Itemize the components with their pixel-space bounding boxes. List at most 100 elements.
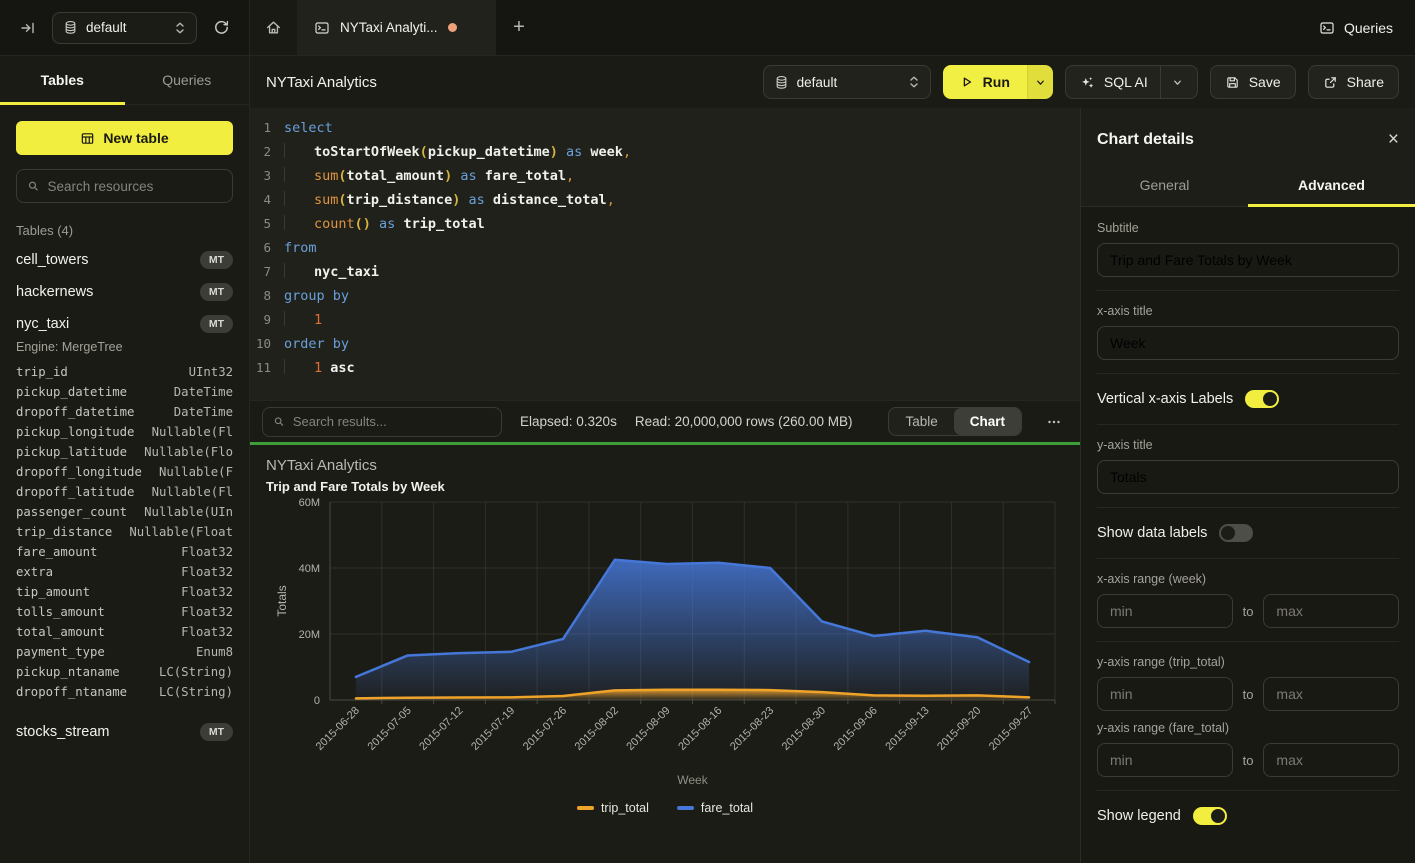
refresh-button[interactable] bbox=[207, 14, 235, 42]
collapse-sidebar-button[interactable] bbox=[14, 14, 42, 42]
database-icon bbox=[774, 75, 789, 90]
sql-ai-button[interactable]: SQL AI bbox=[1065, 65, 1198, 99]
view-chart-button[interactable]: Chart bbox=[954, 408, 1021, 435]
run-button-group: Run bbox=[943, 65, 1053, 99]
show-data-labels-toggle[interactable] bbox=[1219, 524, 1253, 542]
editor-line[interactable]: 4sum(trip_distance) as distance_total, bbox=[250, 188, 1080, 212]
sidebar-tabs: Tables Queries bbox=[0, 56, 249, 105]
database-selector-toolbar[interactable]: default bbox=[763, 65, 931, 99]
sidebar-tab-tables[interactable]: Tables bbox=[0, 56, 125, 104]
column-row: extraFloat32 bbox=[16, 562, 233, 582]
refresh-icon bbox=[213, 19, 230, 36]
editor-line[interactable]: 3sum(total_amount) as fare_total, bbox=[250, 164, 1080, 188]
sort-chevrons-icon bbox=[174, 21, 186, 35]
editor-line[interactable]: 91 bbox=[250, 308, 1080, 332]
results-toolbar: Elapsed: 0.320s Read: 20,000,000 rows (2… bbox=[250, 400, 1080, 442]
subtitle-input[interactable] bbox=[1097, 243, 1399, 277]
sparkle-icon bbox=[1080, 75, 1095, 90]
sidebar-item-stocks-stream[interactable]: stocks_stream MT bbox=[0, 716, 249, 748]
legend-item-trip_total[interactable]: trip_total bbox=[577, 801, 649, 815]
column-row: payment_typeEnum8 bbox=[16, 642, 233, 662]
svg-text:2015-08-16: 2015-08-16 bbox=[676, 705, 724, 753]
engine-badge: MT bbox=[200, 315, 233, 333]
panel-header: Chart details × bbox=[1081, 108, 1415, 163]
sql-ai-options-button[interactable] bbox=[1160, 66, 1183, 98]
run-button[interactable]: Run bbox=[943, 65, 1027, 99]
sort-chevrons-icon bbox=[908, 75, 920, 89]
column-row: pickup_longitudeNullable(Fl bbox=[16, 422, 233, 442]
database-selector-topbar[interactable]: default bbox=[52, 12, 197, 44]
svg-text:Totals: Totals bbox=[275, 585, 289, 616]
queries-button[interactable]: Queries bbox=[1319, 20, 1393, 36]
show-legend-toggle[interactable] bbox=[1193, 807, 1227, 825]
panel-tabs: General Advanced bbox=[1081, 163, 1415, 207]
query-terminal-icon bbox=[314, 20, 330, 36]
legend-item-fare_total[interactable]: fare_total bbox=[677, 801, 753, 815]
tab-advanced[interactable]: Advanced bbox=[1248, 163, 1415, 206]
sidebar-item-hackernews[interactable]: hackernews MT bbox=[0, 276, 249, 308]
tab-title: NYTaxi Analyti... bbox=[340, 20, 438, 35]
new-tab-button[interactable]: + bbox=[496, 0, 542, 55]
sidebar-item-nyc-taxi[interactable]: nyc_taxi MT bbox=[0, 308, 249, 340]
editor-line[interactable]: 111 asc bbox=[250, 356, 1080, 380]
svg-text:0: 0 bbox=[314, 695, 320, 707]
xaxis-title-label: x-axis title bbox=[1097, 304, 1399, 318]
new-table-button[interactable]: New table bbox=[16, 121, 233, 155]
yaxis-range-trip-max-input[interactable] bbox=[1263, 677, 1399, 711]
tab-nytaxi-analytics[interactable]: NYTaxi Analyti... bbox=[298, 0, 496, 55]
yaxis-range-fare-label: y-axis range (fare_total) bbox=[1097, 721, 1399, 735]
home-icon bbox=[265, 19, 282, 36]
editor-line[interactable]: 5count() as trip_total bbox=[250, 212, 1080, 236]
editor-line[interactable]: 7nyc_taxi bbox=[250, 260, 1080, 284]
yaxis-title-input[interactable] bbox=[1097, 460, 1399, 494]
yaxis-range-fare-min-input[interactable] bbox=[1097, 743, 1233, 777]
run-options-button[interactable] bbox=[1027, 65, 1053, 99]
engine-info: Engine: MergeTree bbox=[0, 340, 249, 360]
database-selector-value: default bbox=[797, 75, 900, 90]
yaxis-range-trip-min-input[interactable] bbox=[1097, 677, 1233, 711]
editor-line[interactable]: 10order by bbox=[250, 332, 1080, 356]
save-button[interactable]: Save bbox=[1210, 65, 1296, 99]
sidebar-search-input[interactable] bbox=[48, 179, 222, 194]
svg-text:60M: 60M bbox=[299, 497, 320, 509]
subtitle-field-group: Subtitle bbox=[1097, 221, 1399, 291]
vertical-labels-group: Vertical x-axis Labels bbox=[1097, 387, 1399, 425]
yaxis-range-fare-max-input[interactable] bbox=[1263, 743, 1399, 777]
editor-line[interactable]: 2toStartOfWeek(pickup_datetime) as week, bbox=[250, 140, 1080, 164]
svg-text:2015-08-09: 2015-08-09 bbox=[624, 705, 672, 753]
close-icon[interactable]: × bbox=[1388, 130, 1399, 149]
top-bar: default NYTaxi Analyti... + Queries bbox=[0, 0, 1415, 56]
results-search-input[interactable] bbox=[293, 414, 491, 429]
range-to-label: to bbox=[1243, 753, 1254, 768]
panel-body: Subtitle x-axis title Vertical x-axis La… bbox=[1081, 207, 1415, 852]
save-button-label: Save bbox=[1249, 74, 1281, 90]
table-name: cell_towers bbox=[16, 252, 89, 268]
more-options-button[interactable] bbox=[1040, 408, 1068, 436]
editor-line[interactable]: 8group by bbox=[250, 284, 1080, 308]
sql-console-app: default NYTaxi Analyti... + Queries bbox=[0, 0, 1415, 863]
top-bar-left: default bbox=[0, 0, 250, 55]
tab-strip: NYTaxi Analyti... + bbox=[250, 0, 1319, 55]
queries-terminal-icon bbox=[1319, 20, 1335, 36]
run-button-label: Run bbox=[983, 74, 1010, 90]
share-button[interactable]: Share bbox=[1308, 65, 1399, 99]
view-table-button[interactable]: Table bbox=[889, 408, 953, 435]
editor-line[interactable]: 6from bbox=[250, 236, 1080, 260]
column-row: dropoff_latitudeNullable(Fl bbox=[16, 482, 233, 502]
xaxis-range-max-input[interactable] bbox=[1263, 594, 1399, 628]
vertical-xaxis-labels-label: Vertical x-axis Labels bbox=[1097, 391, 1233, 407]
toggle-knob bbox=[1263, 392, 1277, 406]
xaxis-range-min-input[interactable] bbox=[1097, 594, 1233, 628]
vertical-xaxis-labels-toggle[interactable] bbox=[1245, 390, 1279, 408]
sql-editor[interactable]: 1select2toStartOfWeek(pickup_datetime) a… bbox=[250, 108, 1080, 400]
view-switcher: Table Chart bbox=[888, 407, 1022, 436]
sidebar-item-cell-towers[interactable]: cell_towers MT bbox=[0, 244, 249, 276]
xaxis-title-input[interactable] bbox=[1097, 326, 1399, 360]
editor-line[interactable]: 1select bbox=[250, 116, 1080, 140]
queries-button-label: Queries bbox=[1344, 20, 1393, 36]
column-row: dropoff_ntanameLC(String) bbox=[16, 682, 233, 702]
table-grid-icon bbox=[80, 131, 95, 146]
sidebar-tab-queries[interactable]: Queries bbox=[125, 56, 250, 104]
home-tab-button[interactable] bbox=[250, 0, 298, 55]
tab-general[interactable]: General bbox=[1081, 163, 1248, 206]
